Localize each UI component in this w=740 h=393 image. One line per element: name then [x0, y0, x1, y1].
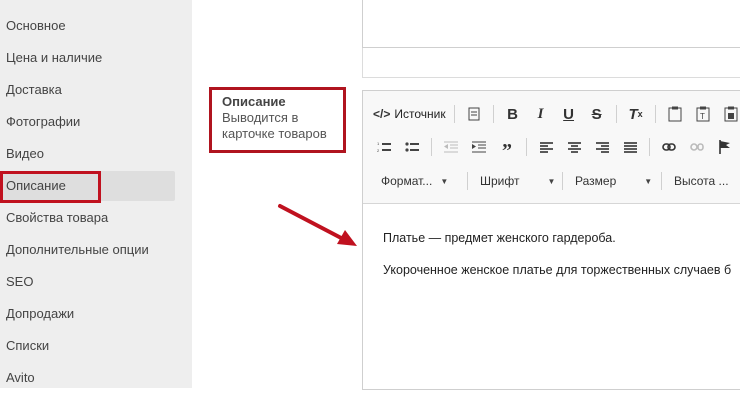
editor-content[interactable]: Платье — предмет женского гардероба. Уко… [383, 231, 740, 295]
sidebar-item-properties[interactable]: Свойства товара [0, 203, 175, 233]
remove-format-icon[interactable]: Tx [625, 103, 647, 125]
bold-button[interactable]: B [502, 103, 524, 125]
paste-text-icon[interactable]: T [692, 103, 714, 125]
sidebar-item-price[interactable]: Цена и наличие [0, 43, 175, 73]
align-right-icon[interactable] [591, 136, 613, 158]
align-justify-icon[interactable] [619, 136, 641, 158]
toolbar-separator [467, 172, 468, 190]
toolbar-separator [615, 105, 617, 123]
align-center-icon[interactable] [563, 136, 585, 158]
source-icon: </> [373, 107, 391, 121]
source-label: Источник [394, 107, 446, 121]
strikethrough-button[interactable]: S [586, 103, 608, 125]
unlink-icon[interactable] [686, 136, 708, 158]
blockquote-icon[interactable]: ” [496, 132, 518, 162]
line-height-dropdown[interactable]: Высота ... [670, 171, 740, 191]
editor-toolbar: </> Источник B I U S Tx T 1 2 ” Формат..… [363, 91, 740, 204]
line-height-label: Высота ... [674, 174, 729, 188]
anchor-flag-icon[interactable] [714, 136, 736, 158]
sidebar-item-main[interactable]: Основное [0, 11, 175, 41]
font-label: Шрифт [480, 174, 520, 188]
sidebar-item-upsell[interactable]: Допродажи [0, 299, 175, 329]
indent-icon[interactable] [468, 136, 490, 158]
chevron-down-icon: ▼ [547, 176, 556, 186]
highlight-box [0, 171, 101, 203]
chevron-down-icon: ▼ [644, 176, 653, 186]
align-left-icon[interactable] [535, 136, 557, 158]
size-label: Размер [575, 174, 617, 188]
font-dropdown[interactable]: Шрифт ▼ [476, 171, 560, 191]
format-dropdown[interactable]: Формат... ▼ [377, 171, 465, 191]
description-label-block: Описание Выводится в карточке товаров [209, 87, 346, 153]
numbered-list-icon[interactable]: 12 [373, 136, 395, 158]
editor-paragraph: Платье — предмет женского гардероба. [383, 231, 616, 245]
svg-text:T: T [700, 112, 705, 121]
underline-button[interactable]: U [558, 103, 580, 125]
editor-paragraph: Укороченное женское платье для торжестве… [383, 263, 732, 277]
toolbar-separator [562, 172, 563, 190]
previous-field-input[interactable] [362, 0, 740, 48]
red-arrow-icon [278, 204, 357, 246]
sidebar-item-photos[interactable]: Фотографии [0, 107, 175, 137]
toolbar-separator [649, 138, 650, 156]
previous-field-footer [362, 48, 740, 78]
outdent-icon[interactable] [440, 136, 462, 158]
sidebar-item-avito[interactable]: Avito [0, 363, 175, 393]
sidebar-item-lists[interactable]: Списки [0, 331, 175, 361]
description-hint: Выводится в карточке товаров [222, 110, 327, 141]
size-dropdown[interactable]: Размер ▼ [571, 171, 659, 191]
chevron-down-icon: ▼ [440, 176, 449, 186]
toolbar-separator [453, 105, 455, 123]
svg-text:2: 2 [377, 148, 380, 153]
link-icon[interactable] [658, 136, 680, 158]
source-button[interactable]: </> Источник [373, 103, 446, 125]
toolbar-separator [654, 105, 656, 123]
paste-icon[interactable] [664, 103, 686, 125]
toolbar-separator [526, 138, 527, 156]
italic-button[interactable]: I [530, 103, 552, 125]
sidebar-item-options[interactable]: Дополнительные опции [0, 235, 175, 265]
rich-text-editor: </> Источник B I U S Tx T 1 2 ” Формат..… [362, 90, 740, 390]
format-label: Формат... [381, 174, 433, 188]
sidebar-item-seo[interactable]: SEO [0, 267, 175, 297]
svg-text:1: 1 [377, 141, 380, 146]
description-label: Описание [222, 94, 286, 109]
toolbar-separator [492, 105, 494, 123]
sidebar-item-video[interactable]: Видео [0, 139, 175, 169]
toolbar-separator [431, 138, 432, 156]
toolbar-separator [661, 172, 662, 190]
paste-word-icon[interactable] [720, 103, 740, 125]
sidebar-item-delivery[interactable]: Доставка [0, 75, 175, 105]
document-icon[interactable] [463, 103, 485, 125]
sidebar: Основное Цена и наличие Доставка Фотогра… [0, 0, 192, 388]
bulleted-list-icon[interactable] [401, 136, 423, 158]
